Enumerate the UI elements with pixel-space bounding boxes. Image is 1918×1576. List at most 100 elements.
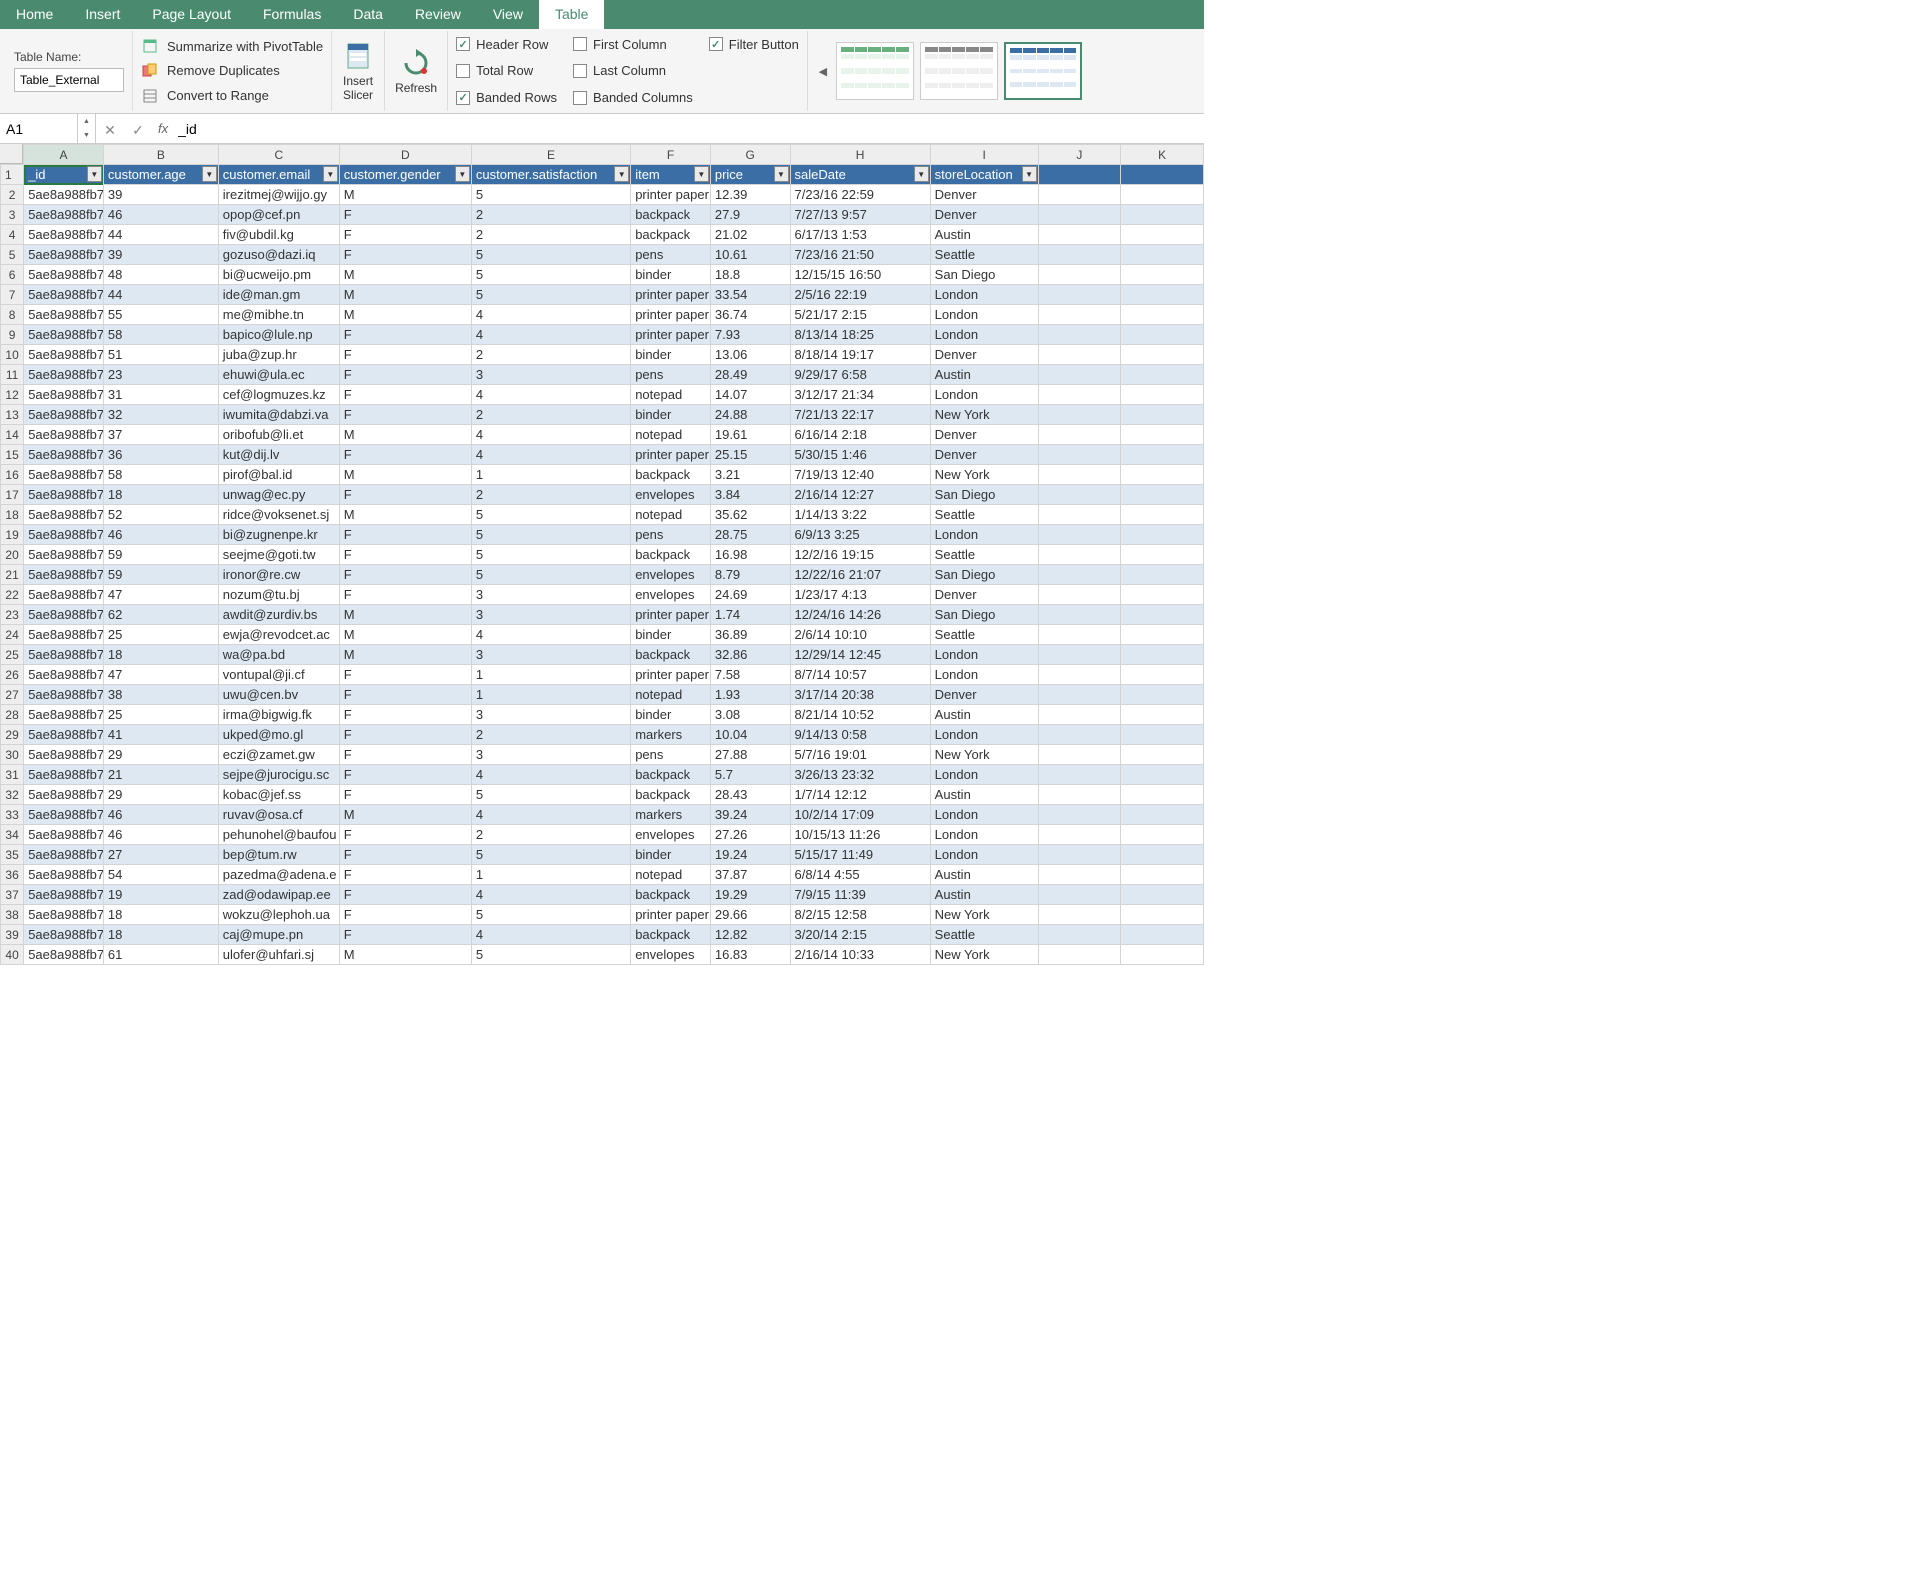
row-header[interactable]: 29: [1, 725, 24, 745]
cell[interactable]: kut@dij.lv: [218, 445, 339, 465]
cell[interactable]: envelopes: [631, 485, 711, 505]
cell[interactable]: printer paper: [631, 185, 711, 205]
cell[interactable]: 29.66: [710, 905, 790, 925]
cell[interactable]: 5ae8a988fb7: [24, 825, 104, 845]
cell[interactable]: 61: [103, 945, 218, 965]
styles-prev-button[interactable]: ◀: [816, 41, 830, 101]
cell[interactable]: Denver: [930, 345, 1038, 365]
row-header[interactable]: 35: [1, 845, 24, 865]
cell[interactable]: notepad: [631, 385, 711, 405]
row-header[interactable]: 19: [1, 525, 24, 545]
cell[interactable]: [1121, 465, 1204, 485]
cell[interactable]: M: [339, 805, 471, 825]
table-header-cell[interactable]: saleDate▼: [790, 165, 930, 185]
cell[interactable]: 29: [103, 785, 218, 805]
cell[interactable]: 5: [471, 545, 630, 565]
cell[interactable]: F: [339, 665, 471, 685]
column-header-C[interactable]: C: [218, 145, 339, 165]
cell[interactable]: [1121, 225, 1204, 245]
cell[interactable]: notepad: [631, 425, 711, 445]
cell[interactable]: [1038, 445, 1121, 465]
cell[interactable]: [1121, 805, 1204, 825]
convert-range-button[interactable]: Convert to Range: [141, 85, 323, 107]
cell[interactable]: F: [339, 765, 471, 785]
cell[interactable]: [1121, 545, 1204, 565]
cell[interactable]: [1121, 725, 1204, 745]
row-header[interactable]: 27: [1, 685, 24, 705]
cell[interactable]: M: [339, 285, 471, 305]
cell[interactable]: 12.82: [710, 925, 790, 945]
cell[interactable]: [1121, 745, 1204, 765]
ribbon-tab-page-layout[interactable]: Page Layout: [136, 0, 247, 29]
cell[interactable]: 4: [471, 445, 630, 465]
cell[interactable]: awdit@zurdiv.bs: [218, 605, 339, 625]
cell[interactable]: [1121, 825, 1204, 845]
cell[interactable]: 5: [471, 845, 630, 865]
table-name-input[interactable]: [14, 68, 124, 92]
cell[interactable]: envelopes: [631, 565, 711, 585]
cell[interactable]: Denver: [930, 685, 1038, 705]
cell[interactable]: London: [930, 305, 1038, 325]
cell[interactable]: 14.07: [710, 385, 790, 405]
cell[interactable]: notepad: [631, 865, 711, 885]
cell[interactable]: 18: [103, 905, 218, 925]
cell[interactable]: Seattle: [930, 925, 1038, 945]
cell[interactable]: me@mibhe.tn: [218, 305, 339, 325]
cell[interactable]: Denver: [930, 425, 1038, 445]
row-header[interactable]: 8: [1, 305, 24, 325]
filter-dropdown-button[interactable]: ▼: [774, 166, 789, 182]
cell[interactable]: 8/21/14 10:52: [790, 705, 930, 725]
row-header[interactable]: 24: [1, 625, 24, 645]
row-header[interactable]: 38: [1, 905, 24, 925]
cell[interactable]: 19.61: [710, 425, 790, 445]
cell[interactable]: [1038, 805, 1121, 825]
cell[interactable]: Denver: [930, 205, 1038, 225]
cell[interactable]: [1038, 645, 1121, 665]
cell[interactable]: backpack: [631, 545, 711, 565]
cell[interactable]: 54: [103, 865, 218, 885]
cell[interactable]: [1038, 865, 1121, 885]
cell[interactable]: Denver: [930, 185, 1038, 205]
cell[interactable]: [1121, 365, 1204, 385]
cell[interactable]: [1038, 705, 1121, 725]
row-header[interactable]: 26: [1, 665, 24, 685]
row-header[interactable]: 10: [1, 345, 24, 365]
row-header[interactable]: 22: [1, 585, 24, 605]
row-header[interactable]: 16: [1, 465, 24, 485]
cell[interactable]: [1038, 465, 1121, 485]
cell[interactable]: 38: [103, 685, 218, 705]
cell[interactable]: 35.62: [710, 505, 790, 525]
filter-dropdown-button[interactable]: ▼: [1022, 166, 1037, 182]
table-style-1[interactable]: [836, 42, 914, 100]
cell[interactable]: 28.43: [710, 785, 790, 805]
cell[interactable]: 5ae8a988fb7: [24, 425, 104, 445]
cell[interactable]: [1038, 525, 1121, 545]
cell[interactable]: gozuso@dazi.iq: [218, 245, 339, 265]
cell[interactable]: binder: [631, 845, 711, 865]
row-header[interactable]: 6: [1, 265, 24, 285]
cell[interactable]: [1121, 905, 1204, 925]
cell[interactable]: backpack: [631, 205, 711, 225]
table-header-cell[interactable]: customer.gender▼: [339, 165, 471, 185]
total-row-option[interactable]: Total Row: [456, 62, 557, 79]
ribbon-tab-home[interactable]: Home: [0, 0, 69, 29]
cell[interactable]: 7/23/16 21:50: [790, 245, 930, 265]
cell[interactable]: F: [339, 445, 471, 465]
cell[interactable]: fiv@ubdil.kg: [218, 225, 339, 245]
cell[interactable]: [1038, 505, 1121, 525]
cell[interactable]: [1121, 525, 1204, 545]
cell[interactable]: 2: [471, 205, 630, 225]
cell[interactable]: 2/16/14 12:27: [790, 485, 930, 505]
cell[interactable]: 4: [471, 925, 630, 945]
table-header-cell[interactable]: customer.email▼: [218, 165, 339, 185]
cell[interactable]: M: [339, 605, 471, 625]
cell[interactable]: [1038, 425, 1121, 445]
cell[interactable]: 1: [471, 685, 630, 705]
row-header[interactable]: 28: [1, 705, 24, 725]
column-header-B[interactable]: B: [103, 145, 218, 165]
cell[interactable]: F: [339, 245, 471, 265]
cell[interactable]: 5ae8a988fb7: [24, 725, 104, 745]
cell[interactable]: backpack: [631, 765, 711, 785]
row-header[interactable]: 36: [1, 865, 24, 885]
cell[interactable]: printer paper: [631, 285, 711, 305]
